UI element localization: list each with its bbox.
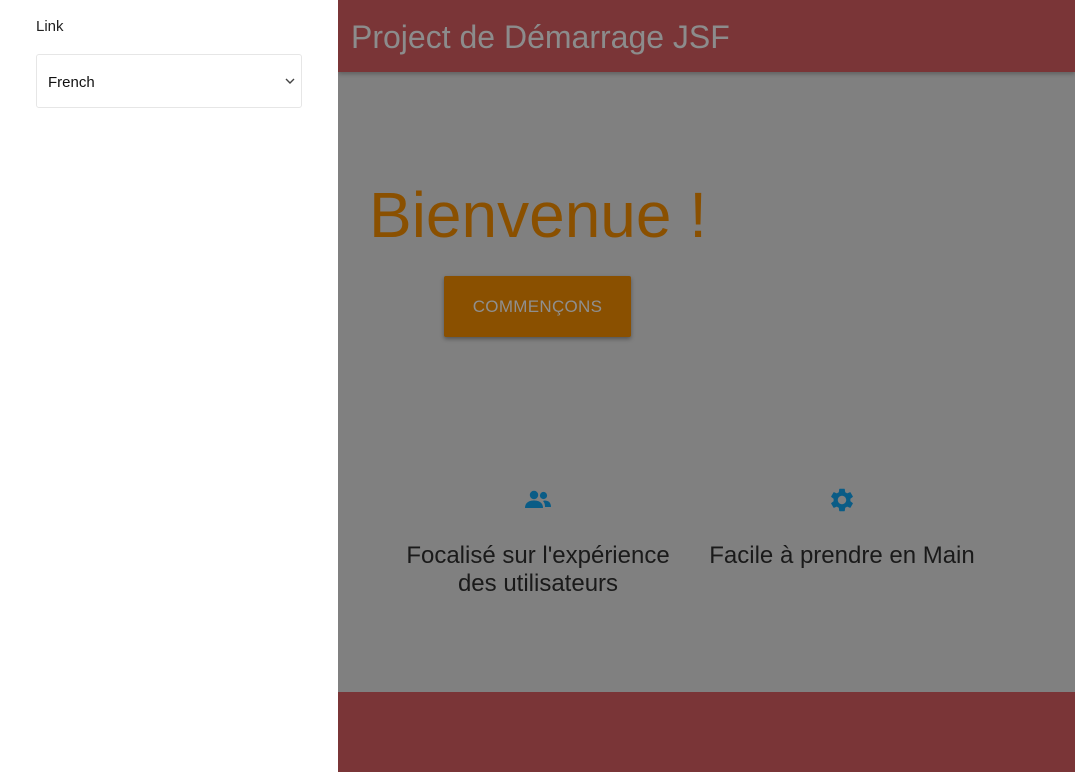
main-content: Project de Démarrage JSF Bienvenue ! COM… — [338, 0, 1075, 772]
feature-user-experience-text: Focalisé sur l'expérience des utilisateu… — [406, 542, 670, 597]
hero-title: Bienvenue ! — [369, 179, 708, 251]
sidebar: Link French — [0, 0, 338, 772]
language-select-value: French — [48, 74, 95, 91]
feature-easy-to-use-text: Facile à prendre en Main — [709, 542, 975, 569]
top-bar: Project de Démarrage JSF — [338, 0, 1075, 72]
sidebar-link-label: Link — [36, 18, 64, 35]
language-select[interactable]: French — [36, 54, 302, 108]
people-icon — [525, 490, 551, 508]
feature-easy-to-use: Facile à prendre en Main — [692, 486, 992, 570]
gear-icon — [831, 488, 853, 512]
get-started-button[interactable]: COMMENÇONS — [444, 276, 631, 337]
chevron-down-icon — [285, 78, 295, 84]
app-title: Project de Démarrage JSF — [351, 19, 730, 55]
footer — [338, 692, 1075, 772]
feature-user-experience: Focalisé sur l'expérience des utilisateu… — [388, 486, 688, 598]
